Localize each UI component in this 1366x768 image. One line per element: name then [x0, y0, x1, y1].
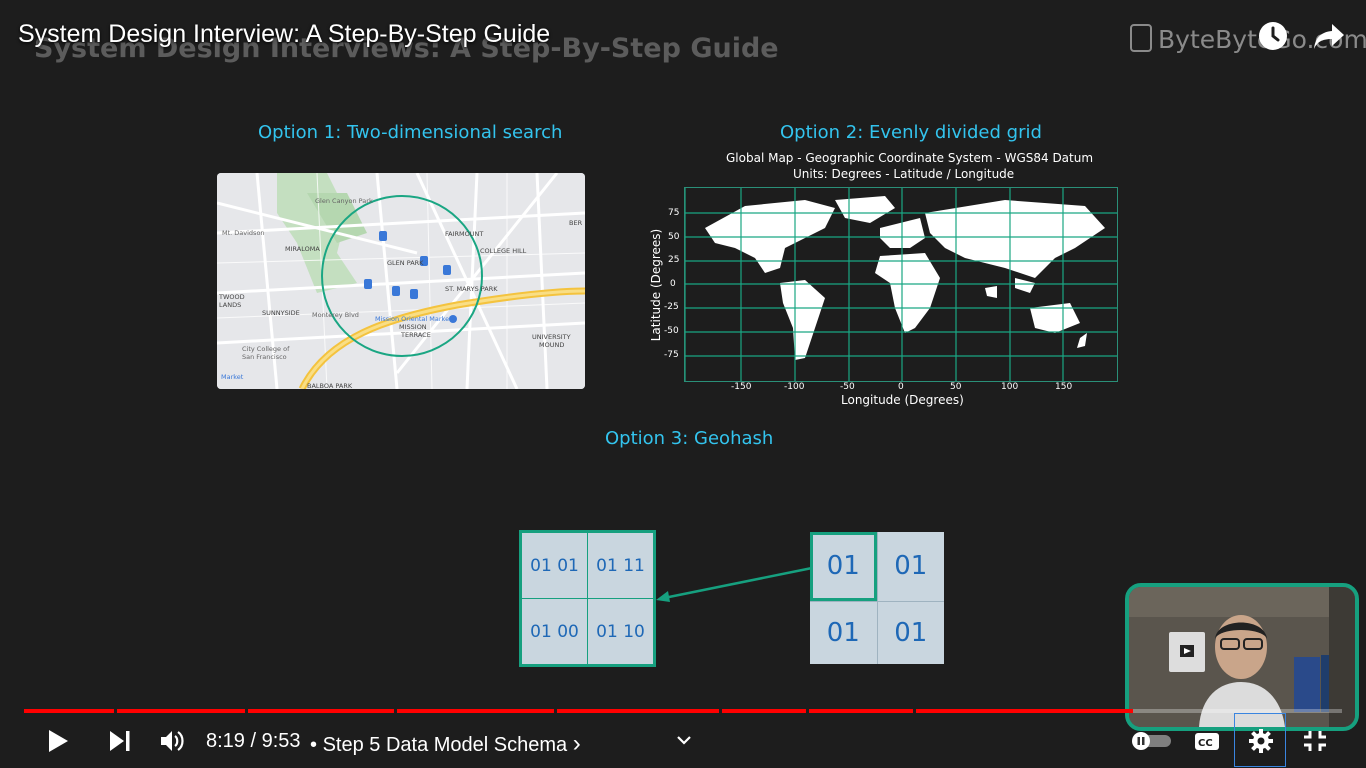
street-map: Glen Canyon Park Mt. Davidson MIRALOMA G…	[217, 173, 585, 389]
svg-text:CC: CC	[1198, 738, 1213, 749]
svg-text:Market: Market	[221, 373, 244, 381]
geohash-cell: 01 01	[522, 533, 587, 598]
world-grid-map	[684, 187, 1118, 382]
chevron-down-icon[interactable]	[675, 731, 693, 745]
x-tick: 0	[898, 382, 904, 392]
gear-icon[interactable]	[1248, 728, 1274, 754]
x-tick: 100	[1001, 382, 1019, 392]
chapter-title: Step 5 Data Model Schema	[322, 734, 568, 756]
video-title[interactable]: System Design Interview: A Step-By-Step …	[18, 20, 550, 49]
captions-icon[interactable]: CC	[1194, 730, 1220, 752]
svg-text:FAIRMOUNT: FAIRMOUNT	[445, 230, 483, 238]
svg-text:TERRACE: TERRACE	[400, 331, 431, 339]
y-tick: 50	[668, 232, 680, 242]
svg-text:BER: BER	[569, 219, 583, 227]
x-tick: -150	[731, 382, 752, 392]
y-tick: -50	[664, 326, 679, 336]
y-tick: 75	[668, 208, 680, 218]
svg-text:Monterey Blvd: Monterey Blvd	[312, 311, 359, 319]
option1-title: Option 1: Two-dimensional search	[258, 122, 563, 143]
play-icon[interactable]	[46, 729, 70, 753]
share-icon[interactable]	[1312, 20, 1344, 52]
geohash-cell: 01 11	[588, 533, 653, 598]
map-title: Global Map - Geographic Coordinate Syste…	[726, 151, 1094, 165]
svg-text:Mt. Davidson: Mt. Davidson	[222, 229, 265, 237]
chapter-marker	[805, 709, 809, 713]
geohash-cell: 01	[877, 601, 944, 664]
exit-fullscreen-icon[interactable]	[1302, 729, 1328, 753]
time-total: 9:53	[261, 730, 301, 752]
chapter-bullet: •	[310, 734, 318, 756]
clock-icon[interactable]	[1257, 20, 1289, 52]
x-tick: 50	[950, 382, 962, 392]
svg-text:Mission Oriental Market: Mission Oriental Market	[375, 315, 452, 323]
geohash-cell: 01	[877, 532, 944, 601]
y-tick: 25	[668, 255, 680, 265]
geohash-cell-highlighted: 01	[810, 532, 877, 601]
chapter-marker	[718, 709, 722, 713]
svg-text:UNIVERSITY: UNIVERSITY	[532, 333, 571, 341]
geohash-grid-left: 01 01 01 11 01 00 01 10	[519, 530, 656, 667]
progress-played	[24, 709, 1134, 713]
chapter-marker	[912, 709, 916, 713]
geohash-cell: 01 10	[588, 599, 653, 664]
geohash-cell: 01	[810, 601, 877, 664]
y-tick: 0	[670, 279, 676, 289]
chapter-marker	[244, 709, 248, 713]
x-tick: -100	[784, 382, 805, 392]
svg-text:MISSION: MISSION	[399, 323, 427, 331]
next-icon[interactable]	[108, 730, 132, 752]
volume-icon[interactable]	[160, 729, 186, 753]
y-tick: -75	[664, 350, 679, 360]
svg-text:MIRALOMA: MIRALOMA	[285, 245, 320, 253]
svg-text:TWOOD: TWOOD	[218, 293, 245, 301]
geohash-grid-right: 01 01 01 01	[810, 532, 944, 664]
time-current: 8:19	[206, 730, 245, 752]
svg-text:MOUND: MOUND	[539, 341, 564, 349]
x-axis-label: Longitude (Degrees)	[841, 393, 964, 407]
bytebytego-logo-icon	[1130, 24, 1152, 52]
chapter-marker	[114, 709, 118, 713]
x-tick: 150	[1055, 382, 1073, 392]
time-separator: /	[250, 730, 257, 752]
y-axis-label: Latitude (Degrees)	[649, 228, 663, 342]
autoplay-toggle-icon[interactable]	[1129, 731, 1173, 751]
chapter-marker	[554, 709, 558, 713]
svg-text:City College of: City College of	[242, 345, 290, 353]
geohash-cell: 01 00	[522, 599, 587, 664]
svg-text:LANDS: LANDS	[219, 301, 241, 309]
progress-bar[interactable]	[24, 709, 1342, 713]
svg-text:ST. MARYS PARK: ST. MARYS PARK	[445, 285, 498, 293]
svg-text:GLEN PARK: GLEN PARK	[387, 259, 424, 267]
y-tick: -25	[664, 302, 679, 312]
arrow-icon	[656, 566, 813, 602]
chapter-marker	[394, 709, 398, 713]
chevron-right-icon: ›	[572, 730, 581, 757]
x-tick: -50	[840, 382, 855, 392]
time-display: 8:19 / 9:53	[206, 730, 301, 753]
svg-text:Glen Canyon Park: Glen Canyon Park	[315, 197, 373, 205]
option3-title: Option 3: Geohash	[605, 428, 774, 449]
chapter-link[interactable]: • Step 5 Data Model Schema ›	[310, 730, 581, 758]
svg-text:San Francisco: San Francisco	[242, 353, 287, 361]
option2-title: Option 2: Evenly divided grid	[780, 122, 1042, 143]
svg-text:COLLEGE HILL: COLLEGE HILL	[480, 247, 527, 255]
svg-text:BALBOA PARK: BALBOA PARK	[307, 382, 353, 389]
map-units: Units: Degrees - Latitude / Longitude	[793, 167, 1015, 181]
svg-text:SUNNYSIDE: SUNNYSIDE	[262, 309, 300, 317]
